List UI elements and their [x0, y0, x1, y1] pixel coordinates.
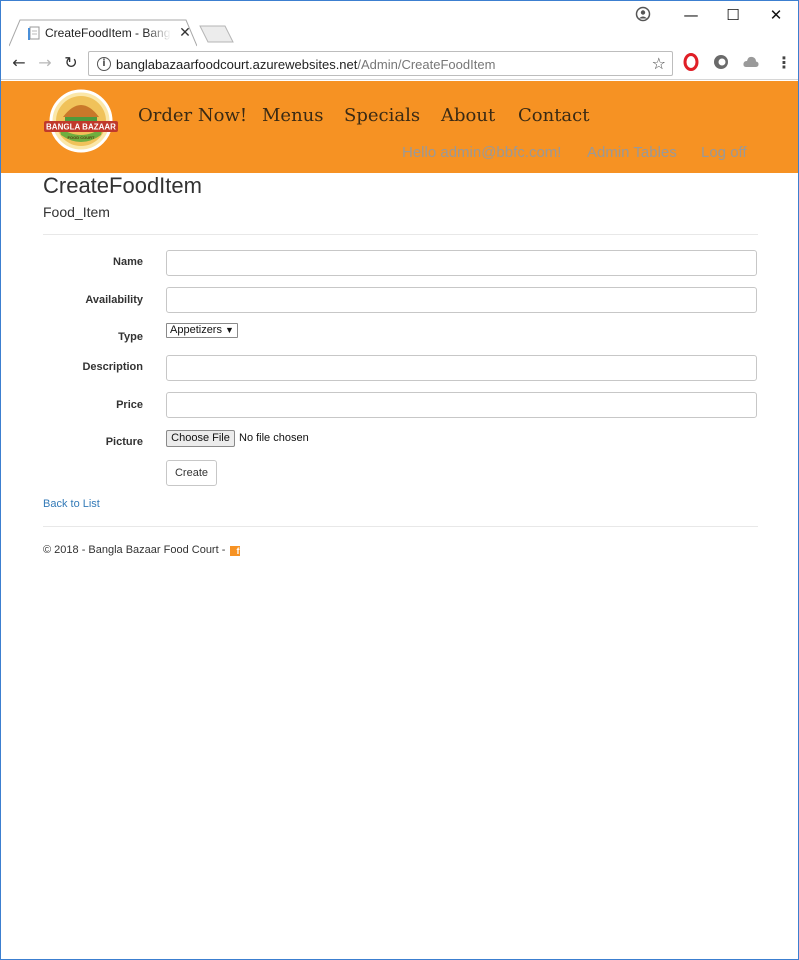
extension-icon[interactable]: [712, 53, 730, 71]
address-bar[interactable]: i banglabazaarfoodcourt.azurewebsites.ne…: [88, 51, 673, 76]
footer: © 2018 - Bangla Bazaar Food Court - f: [43, 544, 241, 556]
description-label: Description: [82, 361, 143, 373]
browser-window: CreateFoodItem - Bangla Bazaar Food Cour…: [0, 0, 799, 960]
nav-specials[interactable]: Specials: [344, 105, 420, 126]
url-host: banglabazaarfoodcourt.azurewebsites.net: [116, 57, 358, 72]
bangla-bazaar-logo[interactable]: BANGLA BAZAAR FOOD COURT: [41, 87, 121, 153]
logo-text: BANGLA BAZAAR: [46, 123, 116, 132]
back-arrow-icon[interactable]: ←: [8, 53, 30, 73]
tab-title: CreateFoodItem - Bangla Bazaar Food Cour…: [45, 26, 171, 40]
type-label: Type: [118, 331, 143, 343]
picture-label: Picture: [105, 436, 143, 448]
info-icon[interactable]: i: [97, 57, 111, 71]
footer-copyright: © 2018 - Bangla Bazaar Food Court -: [43, 544, 226, 556]
title-bar: CreateFoodItem - Bangla Bazaar Food Cour…: [1, 1, 798, 47]
page-subtitle: Food_Item: [43, 204, 110, 220]
close-tab-icon[interactable]: ✕: [177, 23, 193, 41]
browser-menu-icon[interactable]: ⋮: [776, 53, 792, 73]
nav-menus[interactable]: Menus: [262, 105, 324, 126]
availability-label: Availability: [85, 294, 143, 306]
divider: [43, 526, 758, 527]
dropdown-arrow-icon: ▼: [224, 325, 234, 335]
browser-toolbar: ← → ↻ i banglabazaarfoodcourt.azurewebsi…: [1, 47, 798, 80]
url-text[interactable]: banglabazaarfoodcourt.azurewebsites.net/…: [116, 57, 495, 72]
type-selected-value: Appetizers: [170, 324, 222, 336]
drive-extension-icon[interactable]: [742, 53, 760, 71]
choose-file-button[interactable]: Choose File: [166, 430, 235, 447]
availability-input[interactable]: [166, 287, 757, 313]
file-status-text: No file chosen: [239, 432, 309, 444]
minimize-button[interactable]: —: [678, 5, 704, 25]
price-label: Price: [116, 399, 143, 411]
forward-arrow-icon[interactable]: →: [34, 53, 56, 73]
nav-order-now[interactable]: Order Now!: [138, 105, 247, 126]
nav-contact[interactable]: Contact: [518, 105, 589, 126]
nav-about[interactable]: About: [441, 105, 495, 126]
page-icon: [28, 26, 40, 40]
type-select[interactable]: Appetizers ▼: [166, 323, 238, 338]
facebook-icon[interactable]: f: [230, 546, 241, 556]
profile-icon[interactable]: [635, 6, 651, 22]
log-off-link[interactable]: Log off: [701, 144, 747, 161]
admin-tables-link[interactable]: Admin Tables: [587, 144, 677, 161]
user-greeting-link[interactable]: Hello admin@bbfc.com!: [402, 144, 561, 161]
url-path: /Admin/CreateFoodItem: [357, 57, 496, 72]
opera-extension-icon[interactable]: [682, 53, 700, 71]
name-input[interactable]: [166, 250, 757, 276]
reload-icon[interactable]: ↻: [60, 53, 82, 73]
name-label: Name: [113, 256, 143, 268]
new-tab-button[interactable]: [199, 25, 235, 43]
create-button[interactable]: Create: [166, 460, 217, 486]
close-window-button[interactable]: ✕: [763, 5, 789, 25]
browser-tab[interactable]: CreateFoodItem - Bangla Bazaar Food Cour…: [9, 19, 197, 47]
description-input[interactable]: [166, 355, 757, 381]
back-to-list-link[interactable]: Back to List: [43, 498, 100, 510]
logo-subtext: FOOD COURT: [68, 135, 95, 140]
price-input[interactable]: [166, 392, 757, 418]
bookmark-star-icon[interactable]: ☆: [652, 54, 666, 73]
maximize-button[interactable]: ☐: [720, 5, 746, 25]
page-title: CreateFoodItem: [43, 173, 202, 198]
divider: [43, 234, 758, 235]
site-header: BANGLA BAZAAR FOOD COURT Order Now! Menu…: [1, 81, 798, 173]
